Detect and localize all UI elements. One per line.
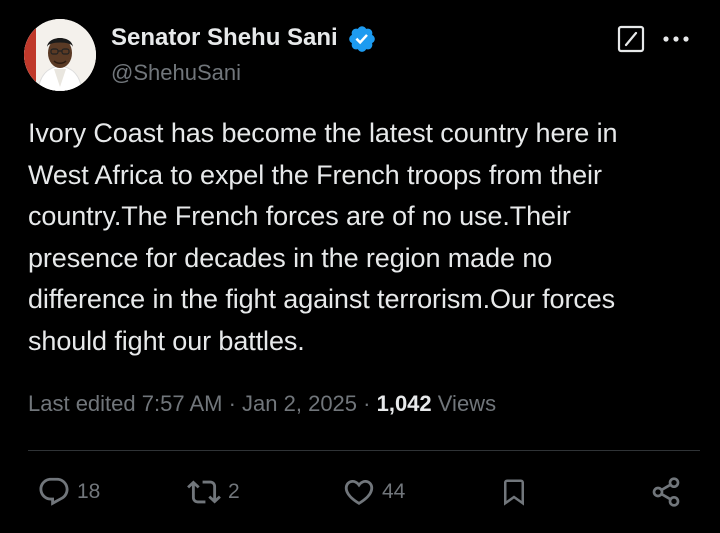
- heart-icon: [344, 479, 374, 505]
- bookmark-icon: [504, 479, 524, 506]
- reply-button[interactable]: 18: [37, 474, 100, 510]
- avatar[interactable]: [24, 19, 96, 91]
- verified-badge-icon: [349, 26, 375, 52]
- tweet-card: Senator Shehu Sani @ShehuSani Ivory Coas…: [0, 0, 720, 533]
- tweet-text: Ivory Coast has become the latest countr…: [28, 118, 618, 356]
- repost-icon: [187, 480, 221, 504]
- author-display-name[interactable]: Senator Shehu Sani: [111, 24, 338, 52]
- tweet-meta: Last edited 7:57 AM · Jan 2, 2025 · 1,04…: [28, 391, 496, 417]
- edited-label[interactable]: Last edited: [28, 391, 136, 416]
- views-count: 1,042: [376, 391, 432, 416]
- like-count: 44: [382, 480, 406, 503]
- edit-icon[interactable]: [617, 25, 645, 53]
- meta-separator: ·: [222, 391, 243, 416]
- share-button[interactable]: [650, 474, 682, 510]
- like-button[interactable]: 44: [342, 474, 405, 510]
- tweet-date[interactable]: Jan 2, 2025: [242, 391, 357, 416]
- repost-count: 2: [228, 480, 240, 503]
- more-icon[interactable]: [661, 31, 691, 47]
- bookmark-button[interactable]: [499, 474, 529, 510]
- reply-icon: [39, 477, 69, 506]
- repost-button[interactable]: 2: [186, 474, 240, 510]
- views-label: Views: [437, 391, 497, 416]
- share-icon: [652, 477, 680, 507]
- avatar-image: [24, 19, 96, 91]
- reply-count: 18: [77, 480, 101, 503]
- author-handle[interactable]: @ShehuSani: [111, 60, 241, 86]
- meta-separator: ·: [357, 391, 377, 416]
- tweet-time[interactable]: 7:57 AM: [142, 391, 223, 416]
- divider: [28, 450, 700, 451]
